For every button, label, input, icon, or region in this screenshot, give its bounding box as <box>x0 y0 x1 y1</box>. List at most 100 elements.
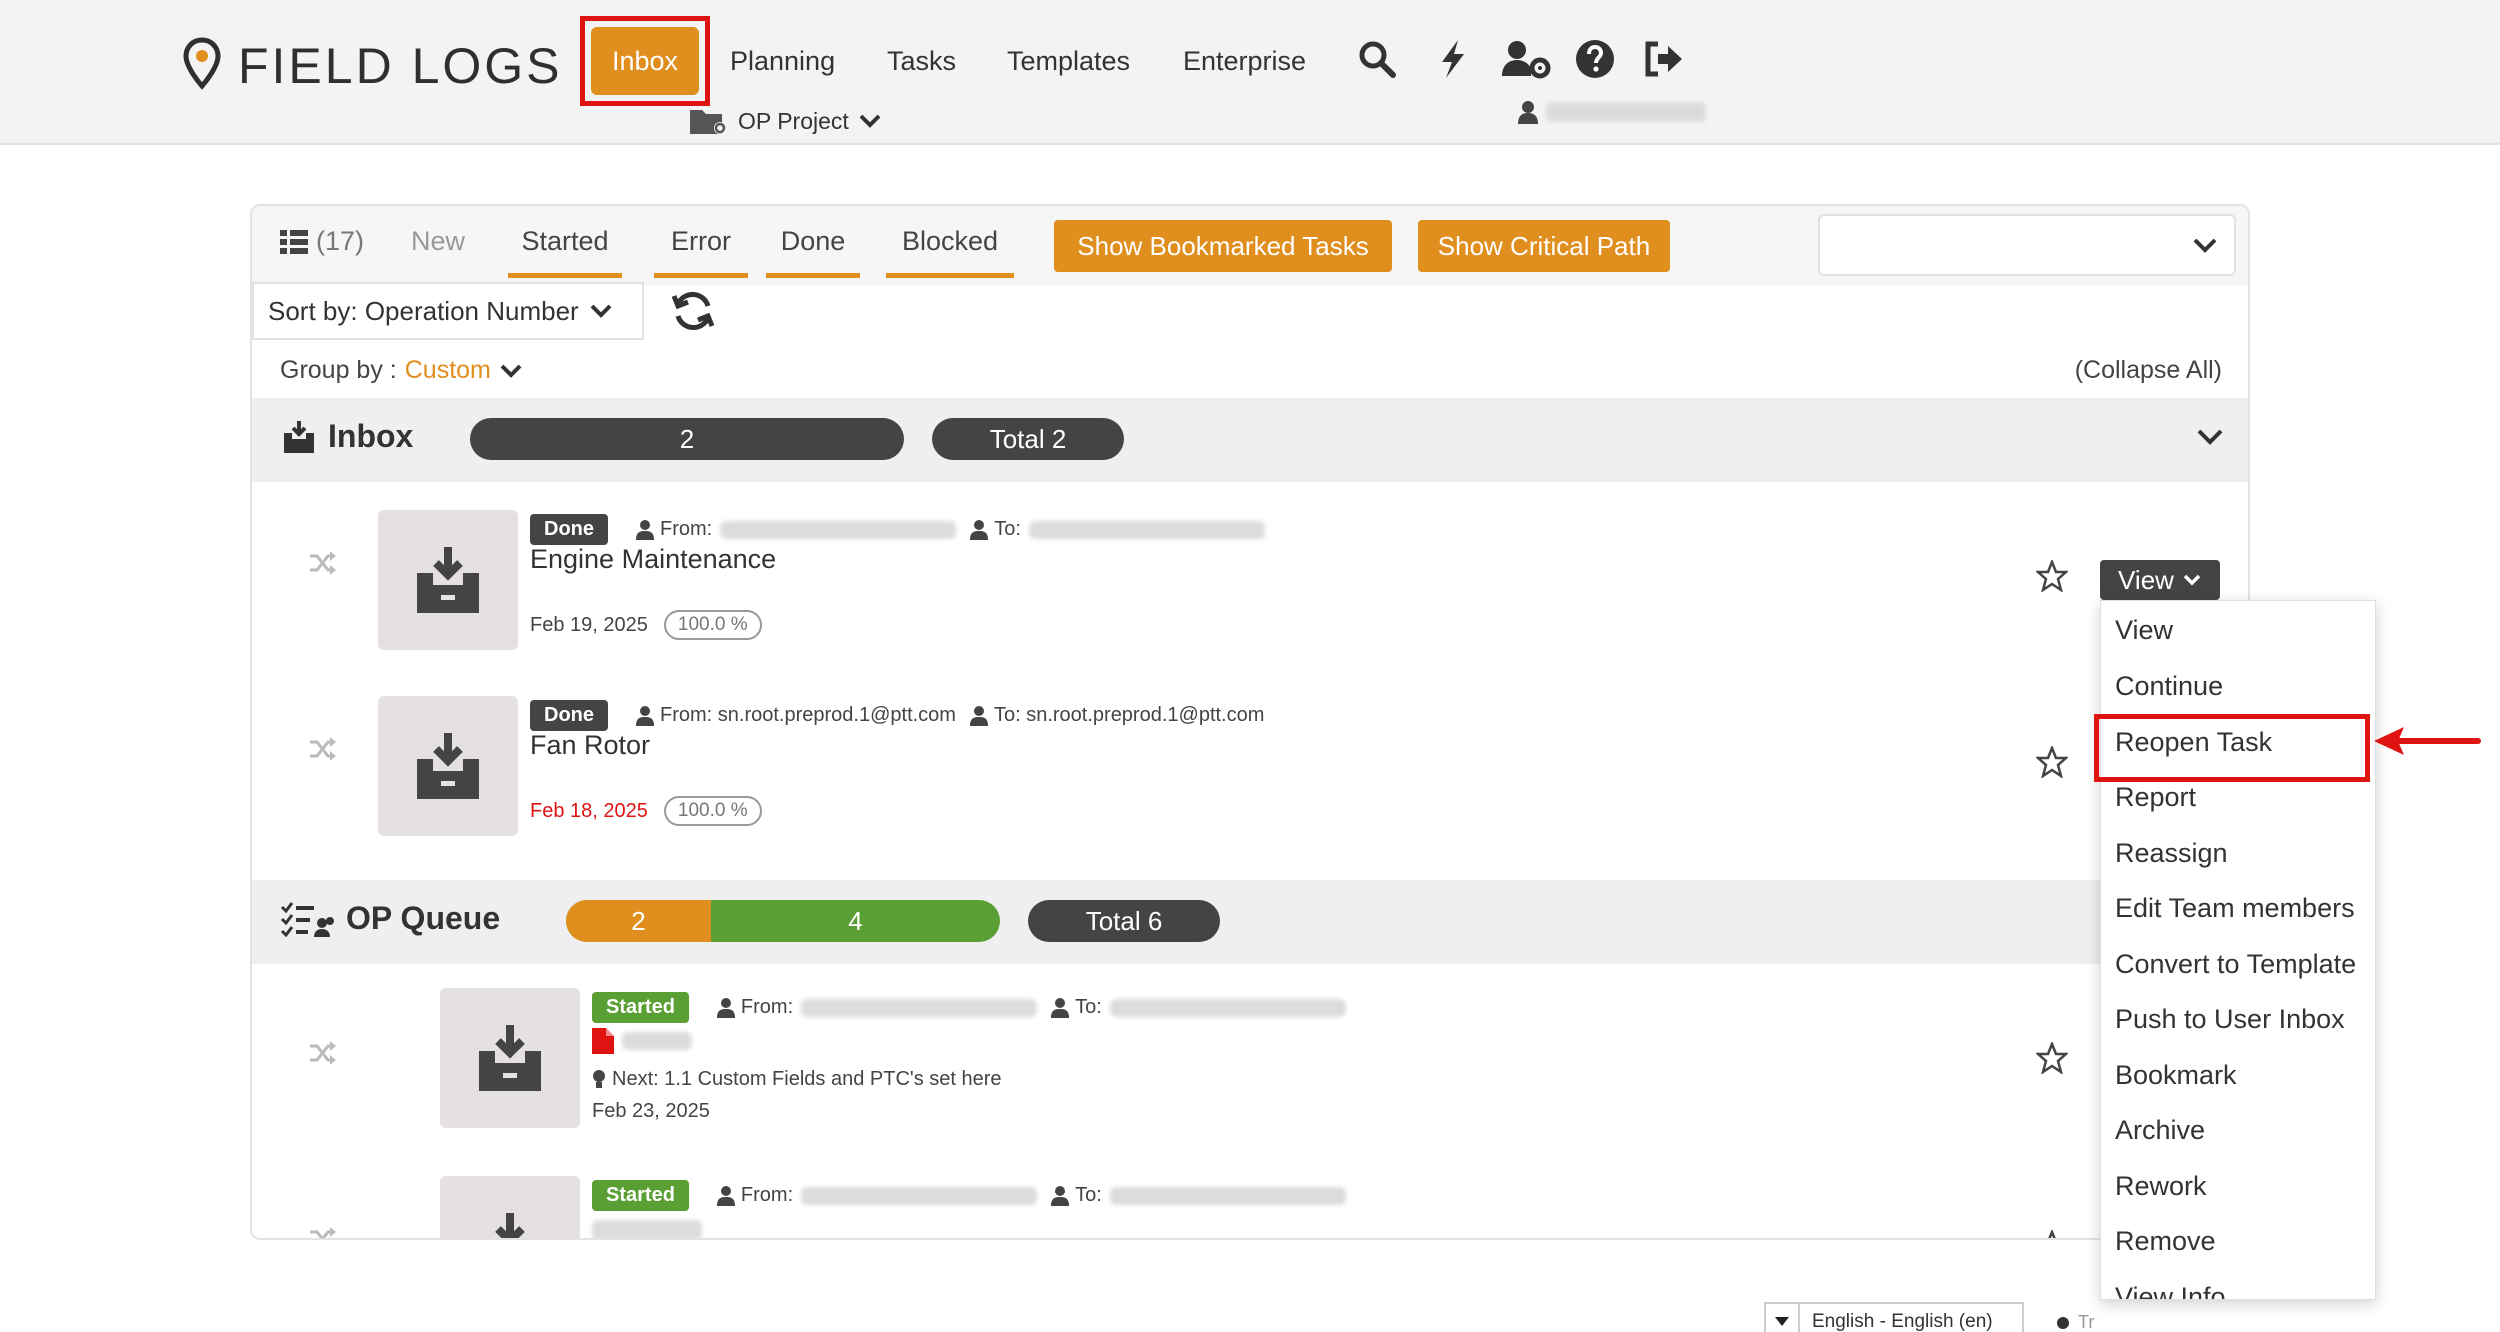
filter-select[interactable] <box>1818 214 2236 276</box>
tab-error[interactable]: Error <box>654 226 748 278</box>
task-date: Feb 19, 2025 <box>530 613 648 636</box>
view-button[interactable]: View <box>2100 560 2220 600</box>
menu-item-bookmark[interactable]: Bookmark <box>2115 1060 2237 1091</box>
project-name: OP Project <box>738 107 849 134</box>
language-select[interactable]: English - English (en) <box>1764 1302 2024 1332</box>
inbox-icon <box>417 547 479 613</box>
help-icon[interactable] <box>1574 38 1616 80</box>
tab-blocked[interactable]: Blocked <box>886 226 1014 278</box>
nav-planning[interactable]: Planning <box>730 46 835 77</box>
task-count: (17) <box>316 226 365 256</box>
nav-templates[interactable]: Templates <box>1007 46 1130 77</box>
nav-inbox[interactable]: Inbox <box>591 27 699 95</box>
refresh-icon[interactable] <box>670 288 716 334</box>
shuffle-icon[interactable] <box>308 736 338 762</box>
task-name[interactable]: Fan Rotor <box>530 730 650 761</box>
task-row[interactable]: Started From: To: <box>252 1170 2248 1240</box>
menu-item-archive[interactable]: Archive <box>2115 1115 2205 1146</box>
group-total-pill: Total 2 <box>932 418 1124 460</box>
menu-item-push-inbox[interactable]: Push to User Inbox <box>2115 1004 2345 1035</box>
status-badge: Done <box>530 514 608 545</box>
shuffle-icon[interactable] <box>308 550 338 576</box>
task-from: From: <box>716 1184 1038 1207</box>
chevron-down-icon <box>2193 238 2217 253</box>
task-name-redacted <box>592 1220 702 1238</box>
collapse-all-link[interactable]: (Collapse All) <box>2075 356 2222 385</box>
menu-item-continue[interactable]: Continue <box>2115 671 2223 702</box>
group-by-selector[interactable]: Group by : Custom <box>280 356 523 385</box>
menu-item-remove[interactable]: Remove <box>2115 1226 2216 1257</box>
star-icon[interactable] <box>2036 746 2068 778</box>
group-header-inbox[interactable]: Inbox 2 Total 2 <box>252 398 2248 482</box>
reopen-task-highlight <box>2094 714 2370 782</box>
group-title-text: OP Queue <box>346 900 501 936</box>
task-meta: Done From: sn.root.preprod.1@ptt.com To:… <box>530 700 1278 731</box>
user-icon <box>716 997 735 1018</box>
search-icon[interactable] <box>1356 38 1398 80</box>
top-nav-bar: FIELD LOGS Inbox Planning Tasks Template… <box>0 0 2500 145</box>
chevron-down-icon <box>590 304 612 318</box>
menu-item-view[interactable]: View <box>2115 615 2173 646</box>
tab-started[interactable]: Started <box>508 226 622 278</box>
task-thumbnail[interactable] <box>378 696 518 836</box>
user-icon <box>1051 997 1070 1018</box>
bolt-icon[interactable] <box>1432 38 1474 80</box>
sort-select[interactable]: Sort by: Operation Number <box>252 282 644 340</box>
task-row[interactable]: Done From: To: Engine Maintenance Feb 19… <box>252 500 2248 680</box>
task-row[interactable]: Done From: sn.root.preprod.1@ptt.com To:… <box>252 686 2248 866</box>
star-icon[interactable] <box>2036 560 2068 592</box>
group-progress-pill: 2 4 <box>566 900 1000 942</box>
tab-all[interactable]: (17) <box>280 226 364 273</box>
show-bookmarked-button[interactable]: Show Bookmarked Tasks <box>1054 220 1392 272</box>
show-critical-path-button[interactable]: Show Critical Path <box>1418 220 1670 272</box>
task-from: From: <box>636 518 957 541</box>
chevron-down-icon <box>500 364 522 378</box>
caret-down-icon <box>1766 1304 1800 1332</box>
email-redacted <box>1109 998 1346 1017</box>
user-icon <box>1518 101 1538 124</box>
language-label: English - English (en) <box>1812 1311 1993 1332</box>
arrow-left-icon <box>2374 727 2481 755</box>
task-date: Feb 23, 2025 <box>592 1100 710 1122</box>
logo-text: FIELD LOGS <box>238 38 563 94</box>
menu-item-reassign[interactable]: Reassign <box>2115 838 2228 869</box>
tab-done[interactable]: Done <box>766 226 860 278</box>
task-name[interactable]: Engine Maintenance <box>530 544 776 575</box>
task-thumbnail[interactable] <box>440 1176 580 1238</box>
current-user[interactable] <box>1518 100 1706 124</box>
status-badge: Started <box>592 992 689 1023</box>
shuffle-icon[interactable] <box>308 1040 338 1066</box>
menu-item-report[interactable]: Report <box>2115 782 2196 813</box>
project-selector[interactable]: OP Project <box>688 106 893 136</box>
user-icon <box>969 705 988 726</box>
task-thumbnail[interactable] <box>440 988 580 1128</box>
nav-tasks[interactable]: Tasks <box>887 46 956 77</box>
task-thumbnail[interactable] <box>378 510 518 650</box>
task-to: To: sn.root.preprod.1@ptt.com <box>969 704 1264 727</box>
user-icon <box>970 519 989 540</box>
task-meta: Done From: To: <box>530 514 1279 545</box>
location-pin-icon <box>183 37 221 90</box>
menu-item-convert-template[interactable]: Convert to Template <box>2115 949 2356 980</box>
logout-icon[interactable] <box>1642 38 1684 80</box>
chevron-down-icon[interactable] <box>2196 428 2224 446</box>
shuffle-icon[interactable] <box>308 1226 338 1240</box>
pdf-file-icon <box>592 1028 614 1054</box>
group-count-orange: 2 <box>566 900 711 942</box>
task-name-row[interactable] <box>592 1028 692 1054</box>
task-row[interactable]: Started From: To: Next: 1.1 Custom Field… <box>252 984 2248 1184</box>
star-icon[interactable] <box>2036 1230 2068 1240</box>
user-settings-icon[interactable] <box>1500 38 1552 80</box>
inbox-icon <box>495 1213 525 1238</box>
chevron-down-icon <box>2183 574 2201 586</box>
nav-enterprise[interactable]: Enterprise <box>1183 46 1306 77</box>
tab-new[interactable]: New <box>408 226 468 273</box>
status-badge: Done <box>530 700 608 731</box>
menu-item-edit-team[interactable]: Edit Team members <box>2115 893 2355 924</box>
app-logo[interactable]: FIELD LOGS <box>180 36 563 96</box>
group-header-op-queue[interactable]: OP Queue 2 4 Total 6 <box>252 880 2248 964</box>
star-icon[interactable] <box>2036 1042 2068 1074</box>
menu-item-rework[interactable]: Rework <box>2115 1171 2207 1202</box>
sort-label: Sort by: Operation Number <box>268 295 579 326</box>
menu-item-view-info[interactable]: View Info <box>2115 1282 2226 1299</box>
